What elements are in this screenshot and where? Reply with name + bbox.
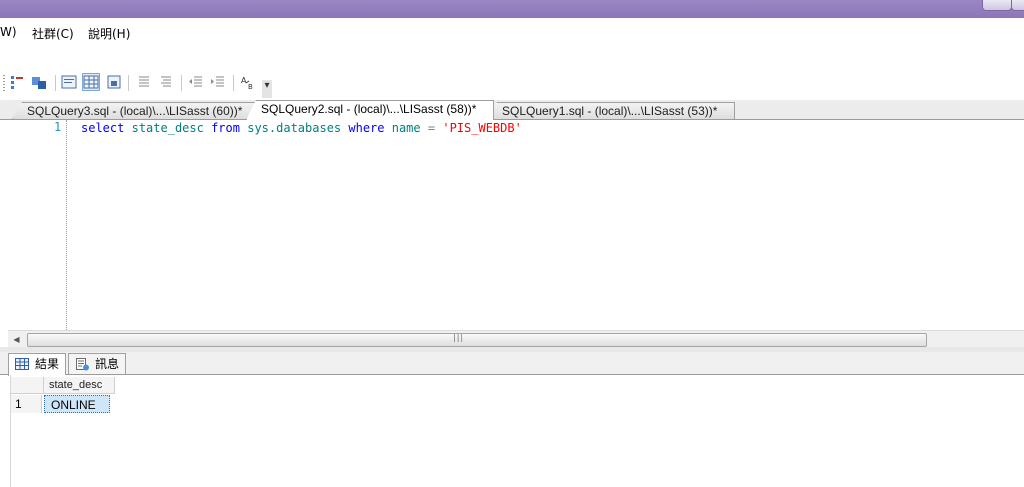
messages-icon bbox=[76, 358, 89, 371]
toolbar-overflow-button[interactable]: ▾ bbox=[262, 80, 272, 98]
scroll-left-arrow-icon[interactable]: ◀ bbox=[8, 331, 25, 348]
increase-indent-icon[interactable] bbox=[210, 74, 226, 90]
results-tab-strip: 結果 訊息 bbox=[0, 352, 1024, 376]
results-to-text-icon[interactable] bbox=[61, 74, 77, 90]
results-to-grid-icon[interactable] bbox=[82, 73, 100, 91]
results-to-file-icon[interactable] bbox=[106, 74, 122, 90]
minimize-button[interactable] bbox=[982, 0, 1012, 11]
tab-results[interactable]: 結果 bbox=[8, 353, 67, 376]
tab-results-label: 結果 bbox=[35, 357, 60, 371]
query-editor[interactable]: 1 select state_desc from sys.databases w… bbox=[8, 120, 1024, 330]
scrollbar-thumb[interactable] bbox=[27, 333, 927, 347]
scrollbar-grip-icon: ||| bbox=[453, 333, 465, 342]
code-token-column: name bbox=[391, 121, 421, 135]
svg-text:A: A bbox=[241, 76, 247, 85]
menu-help[interactable]: 說明(H) bbox=[88, 25, 130, 42]
window-title-bar bbox=[0, 0, 1024, 18]
maximize-button[interactable] bbox=[1011, 0, 1024, 11]
code-token-operator: = bbox=[427, 121, 436, 135]
tab-sqlquery2[interactable]: SQLQuery2.sql - (local)\...\LISasst (58)… bbox=[246, 100, 494, 120]
tab-sqlquery3[interactable]: SQLQuery3.sql - (local)\...\LISasst (60)… bbox=[12, 102, 260, 119]
menu-window[interactable]: W) bbox=[0, 25, 17, 39]
grid-column-header[interactable]: state_desc bbox=[44, 377, 115, 394]
code-token-keyword: select bbox=[81, 121, 125, 135]
sql-editor-toolbar: A B ▾ bbox=[0, 66, 1024, 100]
code-token-table: sys.databases bbox=[247, 121, 342, 135]
editor-gutter-line bbox=[66, 120, 67, 330]
decrease-indent-icon[interactable] bbox=[188, 74, 204, 90]
line-number: 1 bbox=[54, 120, 62, 134]
svg-text:B: B bbox=[248, 83, 253, 90]
grid-cell-state-desc[interactable]: ONLINE bbox=[44, 395, 110, 413]
intellisense-icon[interactable] bbox=[31, 74, 47, 90]
uncomment-icon[interactable] bbox=[158, 74, 174, 90]
specify-values-icon[interactable]: A B bbox=[240, 74, 256, 90]
code-token-string: 'PIS_WEBDB' bbox=[442, 121, 522, 135]
tab-messages[interactable]: 訊息 bbox=[68, 353, 127, 374]
comment-icon[interactable] bbox=[136, 74, 152, 90]
grid-column-header-label: state_desc bbox=[49, 379, 103, 391]
code-token-column: state_desc bbox=[131, 121, 204, 135]
toolbar-separator bbox=[128, 75, 129, 91]
toolbar-grip bbox=[3, 75, 5, 91]
menu-bar: W) 社群(C) 說明(H) bbox=[0, 18, 1024, 66]
editor-horizontal-scrollbar[interactable]: ◀ ||| bbox=[8, 330, 1024, 348]
toolbar-separator bbox=[55, 75, 56, 91]
menu-community[interactable]: 社群(C) bbox=[32, 25, 74, 42]
results-grid: state_desc 1 ONLINE bbox=[10, 375, 1024, 487]
tab-messages-label: 訊息 bbox=[95, 357, 120, 371]
grid-row-header-corner bbox=[11, 377, 44, 394]
code-token-keyword: from bbox=[211, 121, 240, 135]
toolbar-separator bbox=[181, 75, 182, 91]
query-options-icon[interactable] bbox=[9, 74, 25, 90]
code-token-keyword: where bbox=[348, 121, 385, 135]
grid-row-number[interactable]: 1 bbox=[11, 395, 42, 413]
toolbar-separator bbox=[233, 75, 234, 91]
grid-icon bbox=[15, 358, 29, 370]
tab-sqlquery1[interactable]: SQLQuery1.sql - (local)\...\LISasst (53)… bbox=[487, 102, 735, 119]
code-line: select state_desc from sys.databases whe… bbox=[81, 120, 522, 136]
document-tab-strip: SQLQuery3.sql - (local)\...\LISasst (60)… bbox=[0, 100, 1024, 120]
